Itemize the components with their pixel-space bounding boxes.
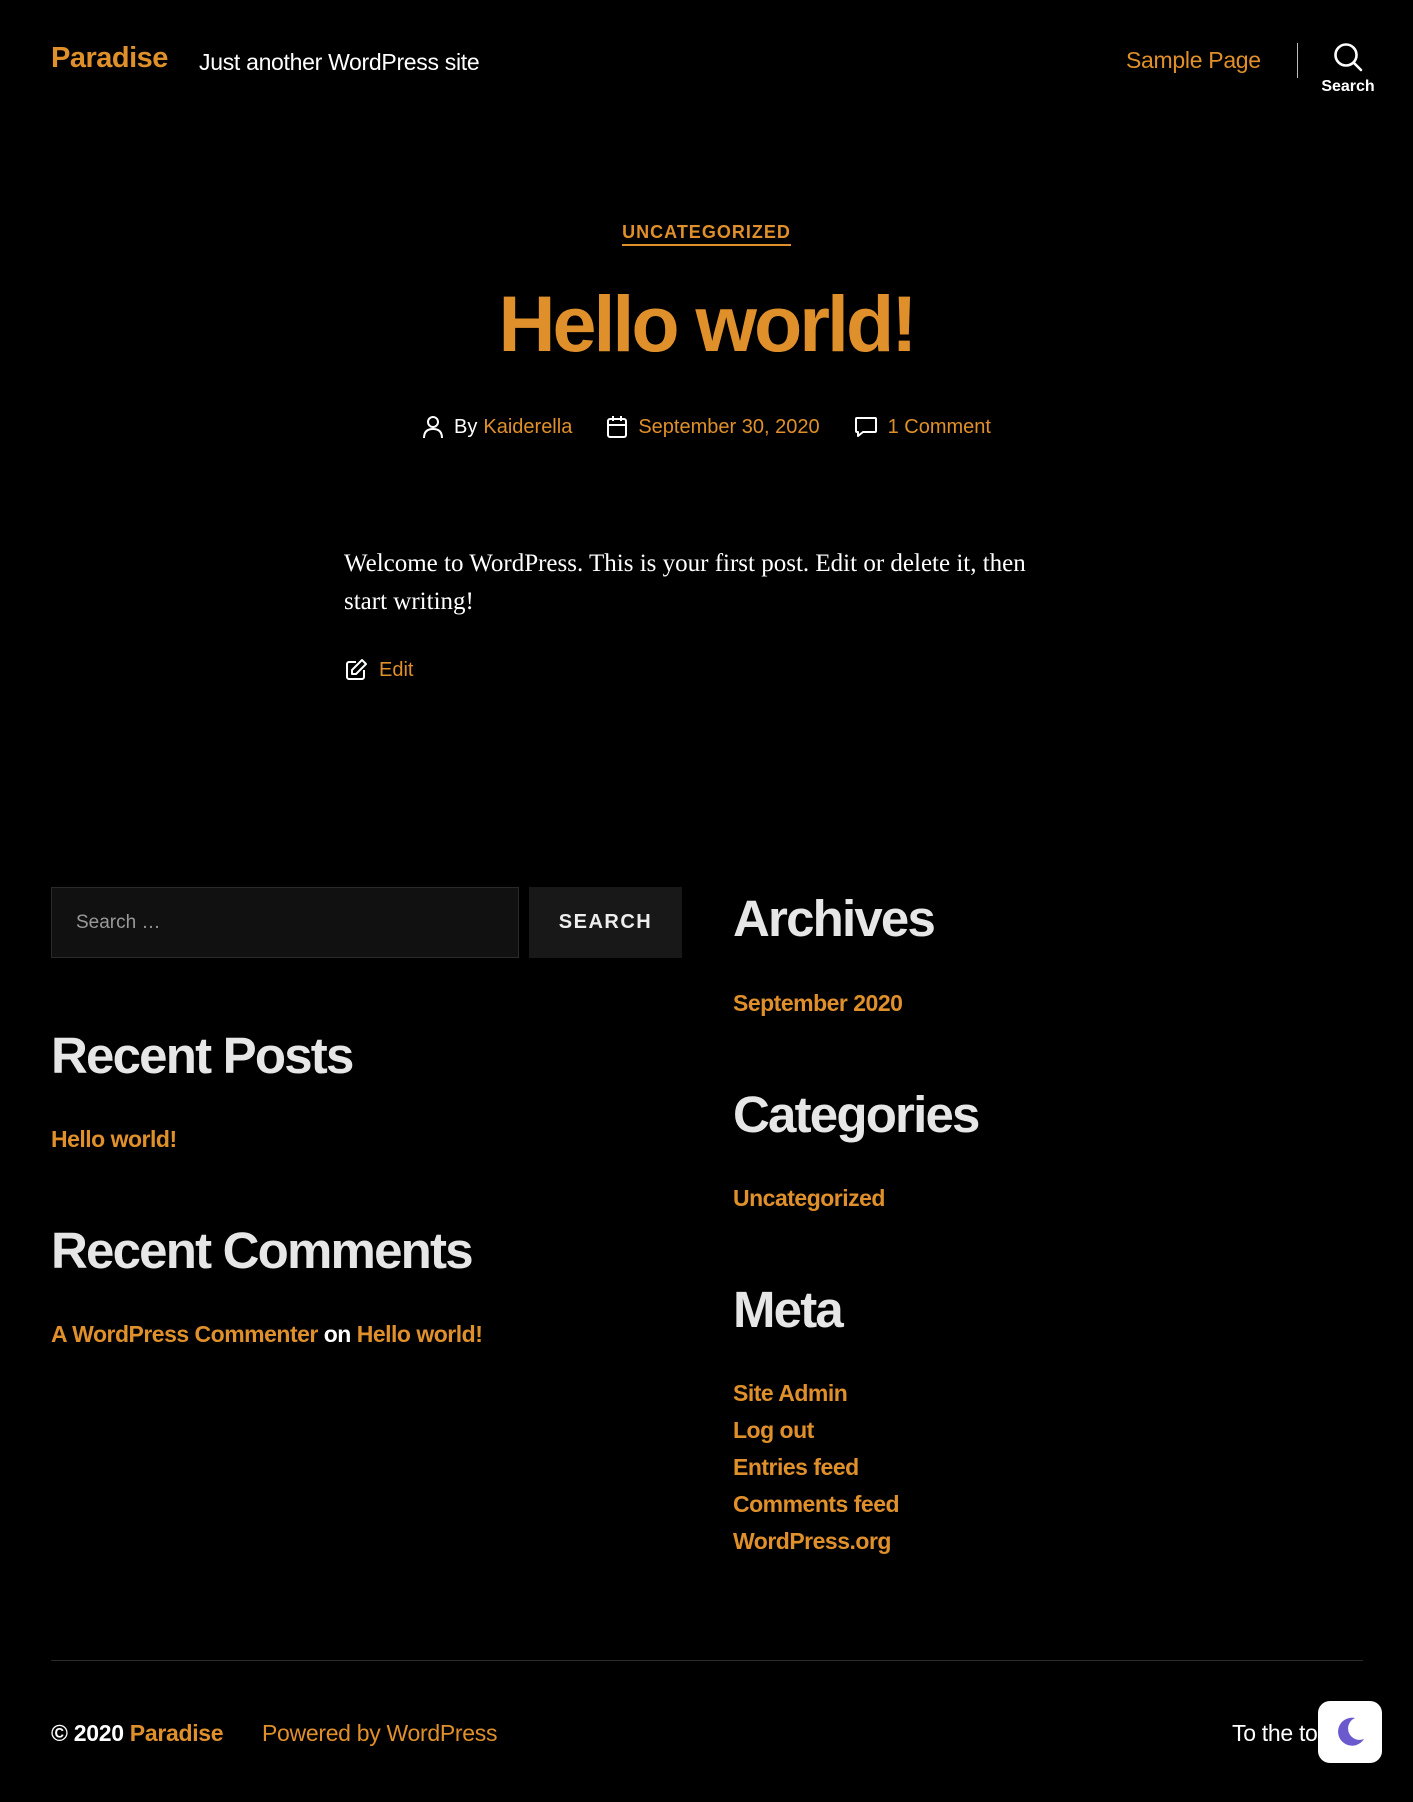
meta-item-comments-feed[interactable]: Comments feed [733, 1491, 900, 1518]
post-date: September 30, 2020 [606, 415, 820, 439]
recent-post-item[interactable]: Hello world! [51, 1126, 177, 1153]
comments-link[interactable]: 1 Comment [888, 416, 991, 439]
copyright-text: © 2020 [51, 1720, 124, 1746]
moon-icon [1338, 1717, 1364, 1746]
to-the-top-link[interactable]: To the top [1232, 1720, 1322, 1747]
recent-posts-title: Recent Posts [51, 1027, 354, 1084]
search-toggle-label: Search [1321, 78, 1375, 95]
widget-search-input[interactable] [51, 887, 519, 958]
nav-divider [1297, 43, 1298, 78]
by-label: By [454, 415, 478, 438]
post-author: By Kaiderella [422, 415, 572, 439]
meta-title: Meta [733, 1281, 844, 1338]
author-link[interactable]: Kaiderella [483, 416, 572, 439]
site-description: Just another WordPress site [199, 49, 480, 75]
meta-item-site-admin[interactable]: Site Admin [733, 1380, 848, 1407]
comment-post-link[interactable]: Hello world! [357, 1321, 483, 1347]
footer-copyright: © 2020 Paradise [51, 1720, 224, 1747]
archives-title: Archives [733, 890, 936, 947]
post-meta: By Kaiderella September 30, 2020 1 Comme… [0, 415, 1413, 439]
meta-item-entries-feed[interactable]: Entries feed [733, 1454, 859, 1481]
powered-by-link[interactable]: Powered by WordPress [262, 1720, 497, 1747]
recent-comments-title: Recent Comments [51, 1222, 474, 1279]
dark-mode-toggle[interactable] [1318, 1701, 1382, 1763]
footer-site-link[interactable]: Paradise [130, 1720, 224, 1746]
search-icon [1334, 43, 1363, 72]
calendar-icon [607, 416, 628, 438]
category-link[interactable]: UNCATEGORIZED [622, 222, 791, 246]
post-title: Hello world! [498, 279, 917, 368]
comment-icon [854, 417, 877, 437]
post-category: UNCATEGORIZED [0, 222, 1413, 246]
edit-link-wrap: Edit [344, 658, 413, 682]
category-item[interactable]: Uncategorized [733, 1185, 885, 1212]
edit-link[interactable]: Edit [379, 659, 413, 682]
date-link[interactable]: September 30, 2020 [638, 416, 819, 439]
widget-search-button[interactable]: SEARCH [529, 887, 682, 958]
categories-title: Categories [733, 1086, 980, 1143]
meta-item-wordpress-org[interactable]: WordPress.org [733, 1528, 891, 1555]
search-toggle-button[interactable]: Search [1316, 42, 1380, 104]
nav-item-sample-page[interactable]: Sample Page [1126, 47, 1261, 74]
comment-on-label: on [323, 1321, 352, 1347]
site-title-link[interactable]: Paradise [51, 42, 168, 75]
meta-item-log-out[interactable]: Log out [733, 1417, 814, 1444]
archive-item[interactable]: September 2020 [733, 990, 903, 1017]
post-comments: 1 Comment [854, 416, 991, 439]
footer-divider [51, 1660, 1363, 1661]
edit-icon [346, 659, 367, 680]
recent-comment-item: A WordPress Commenter on Hello world! [51, 1321, 483, 1348]
post-content: Welcome to WordPress. This is your first… [344, 550, 1026, 615]
comment-author-link[interactable]: A WordPress Commenter [51, 1321, 318, 1347]
user-icon [423, 416, 444, 439]
